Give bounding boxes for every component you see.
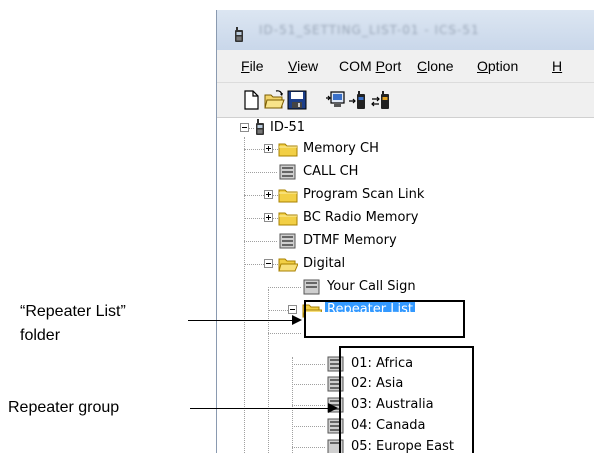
toolbar [217,83,594,118]
tree-label: BC Radio Memory [303,210,419,225]
callout-label-repeater-group: Repeater group [8,399,120,416]
collapse-toggle[interactable] [288,305,297,314]
tree-node-memory-ch[interactable]: Memory CH [223,140,443,158]
window-title: ID-51_SETTING_LIST-01 - ICS-51 [259,23,480,37]
callout-arrow-head [292,315,302,325]
folder-open-icon [278,256,299,276]
clone-icon[interactable] [371,89,393,111]
tree-label-root: ID-51 [270,120,306,135]
callout-arrow-line [190,408,328,409]
memory-page-icon [279,164,296,184]
tree-label: Digital [303,256,346,271]
folder-icon [278,141,298,161]
folder-icon [278,210,298,230]
tree-label: Program Scan Link [303,187,425,202]
open-folder-icon[interactable] [263,89,285,111]
folder-icon [278,187,298,207]
collapse-toggle[interactable] [264,259,273,268]
callout-label-repeater-folder-line2: folder [20,327,61,344]
tree-node-digital[interactable]: Digital [223,255,463,273]
callout-box-repeater-list [304,300,465,338]
tree-label: DTMF Memory [303,233,397,248]
callout-label-repeater-folder-line1: “Repeater List” [20,303,126,320]
tree-node-dtmf-memory[interactable]: DTMF Memory [223,232,463,250]
tree-label: Memory CH [303,141,379,156]
expand-toggle[interactable] [264,144,273,153]
menu-file[interactable]: File [241,58,264,74]
menu-com-port[interactable]: COM Port [339,58,401,74]
collapse-toggle[interactable] [240,123,249,132]
memory-page-icon [279,233,296,253]
tree-node-call-ch[interactable]: CALL CH [223,163,443,181]
clone-read-icon[interactable] [348,89,370,111]
tree-node-bc-radio-memory[interactable]: BC Radio Memory [223,209,463,227]
callout-arrow-line [188,320,292,321]
menu-help[interactable]: H [552,58,562,74]
tree-label: CALL CH [303,164,359,179]
expand-toggle[interactable] [264,213,273,222]
callout-arrow-head [328,403,338,413]
tree-label: Your Call Sign [327,279,416,294]
radio-icon [255,119,265,140]
menu-view[interactable]: View [288,58,318,74]
memory-page-icon [303,279,320,299]
radio-app-icon [234,27,244,47]
expand-toggle[interactable] [264,190,273,199]
tree-node-root[interactable]: ID-51 [223,119,423,137]
clone-write-icon[interactable] [325,89,347,111]
menu-bar: File View COM Port Clone Option H [217,50,594,83]
callout-box-repeater-group [339,346,474,453]
new-file-icon[interactable] [240,89,262,111]
save-disk-icon[interactable] [286,89,308,111]
menu-clone[interactable]: Clone [417,58,454,74]
menu-option[interactable]: Option [477,58,518,74]
tree-node-your-call-sign[interactable]: Your Call Sign [223,278,463,296]
tree-node-program-scan-link[interactable]: Program Scan Link [223,186,463,204]
title-bar: ID-51_SETTING_LIST-01 - ICS-51 [217,10,594,51]
